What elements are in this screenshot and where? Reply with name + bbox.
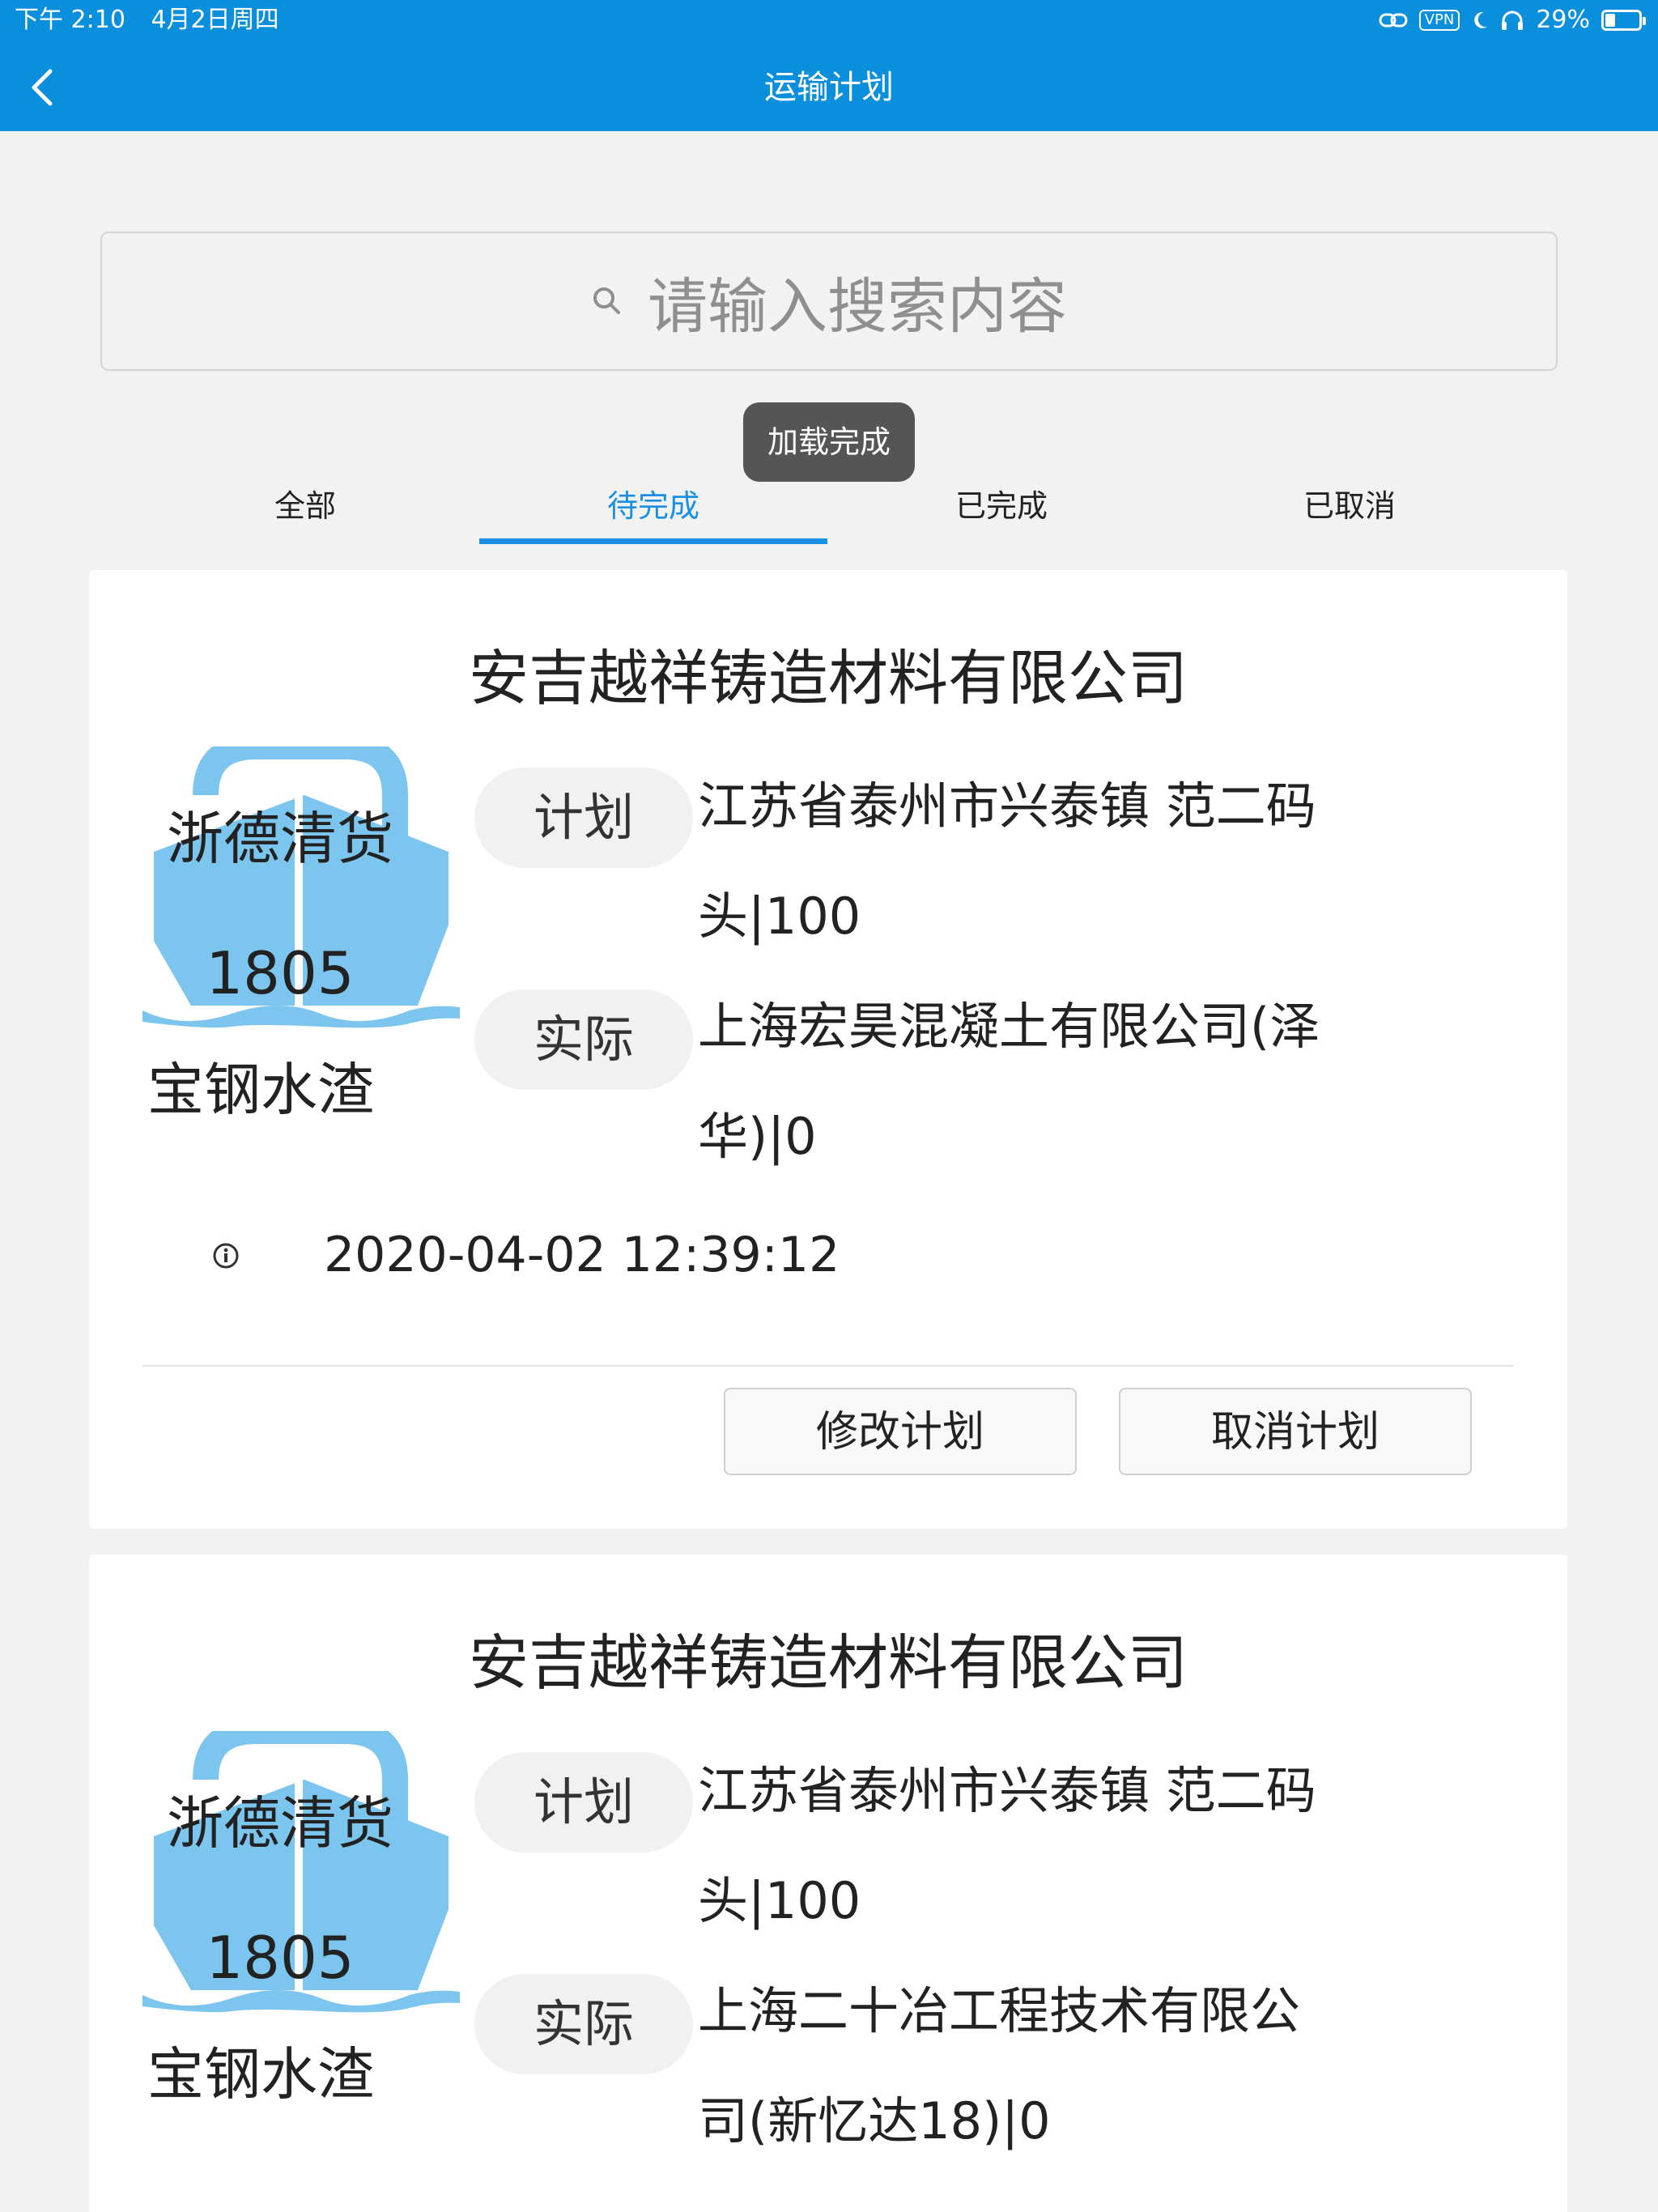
actual-route: 上海二十冶工程技术有限公 司(新忆达18)|0	[698, 1956, 1362, 2176]
plan-tag: 计划	[474, 1752, 693, 1853]
ship-name: 浙德清货	[167, 1790, 393, 1857]
status-time: 下午 2:10	[15, 6, 125, 34]
plan-card: 安吉越祥铸造材料有限公司 浙德清货 1805 宝钢水渣 计划 江苏省泰州市兴泰镇…	[89, 1555, 1567, 2212]
actual-route: 上海宏昊混凝土有限公司(泽 华)|0	[698, 972, 1362, 1192]
cargo-type: 宝钢水渣	[147, 1057, 374, 1123]
battery-icon	[1601, 10, 1646, 31]
plan-route-line: 江苏省泰州市兴泰镇 范二码	[698, 1761, 1316, 1820]
search-input[interactable]: 请输入搜索内容	[100, 232, 1558, 371]
actual-route-line: 上海二十冶工程技术有限公	[698, 1981, 1301, 2040]
vpn-badge: VPN	[1418, 10, 1460, 31]
divider	[142, 1365, 1514, 1367]
page-title: 运输计划	[764, 69, 894, 106]
ship-number: 1805	[206, 939, 355, 1007]
tab-cancelled[interactable]: 已取消	[1175, 478, 1524, 544]
top-bar: 下午 2:10 4月2日周四 VPN 29% 运输计划	[0, 0, 1658, 131]
plan-route-line: 头|100	[698, 887, 861, 946]
plan-tag: 计划	[474, 768, 693, 868]
status-tabs: 全部 待完成 已完成 已取消	[0, 478, 1658, 544]
status-date: 4月2日周四	[151, 6, 279, 34]
info-icon	[213, 1243, 239, 1269]
battery-percent: 29%	[1536, 6, 1590, 34]
actual-route-line: 上海宏昊混凝土有限公司(泽	[698, 997, 1320, 1056]
company-name: 安吉越祥铸造材料有限公司	[469, 644, 1188, 713]
edit-plan-button[interactable]: 修改计划	[724, 1388, 1077, 1475]
plan-route: 江苏省泰州市兴泰镇 范二码 头|100	[698, 1736, 1362, 1956]
headphones-icon	[1502, 11, 1524, 30]
plan-route-line: 江苏省泰州市兴泰镇 范二码	[698, 776, 1316, 836]
status-bar: 下午 2:10 4月2日周四 VPN 29%	[0, 0, 1658, 40]
cancel-plan-button[interactable]: 取消计划	[1119, 1388, 1472, 1475]
timestamp: 2020-04-02 12:39:12	[324, 1227, 840, 1283]
actual-tag: 实际	[474, 989, 693, 1090]
plan-card: 安吉越祥铸造材料有限公司 浙德清货 1805 宝钢水渣 计划 江苏省泰州市兴泰镇…	[89, 570, 1567, 1529]
ship-name: 浙德清货	[167, 806, 393, 872]
cargo-type: 宝钢水渣	[147, 2041, 374, 2108]
actual-route-line: 华)|0	[698, 1107, 817, 1166]
search-placeholder: 请输入搜索内容	[648, 271, 1067, 342]
search-icon	[593, 287, 620, 314]
tab-completed[interactable]: 已完成	[827, 478, 1175, 544]
tab-all[interactable]: 全部	[131, 478, 479, 544]
actual-route-line: 司(新忆达18)|0	[698, 2091, 1051, 2150]
company-name: 安吉越祥铸造材料有限公司	[469, 1628, 1188, 1698]
actual-tag: 实际	[474, 1974, 693, 2074]
loading-toast: 加载完成	[743, 402, 915, 482]
link-icon	[1379, 13, 1408, 28]
ship-number: 1805	[206, 1924, 355, 1992]
plan-route-line: 头|100	[698, 1871, 861, 1930]
tab-pending[interactable]: 待完成	[479, 478, 827, 544]
moon-icon	[1474, 11, 1488, 28]
plan-route: 江苏省泰州市兴泰镇 范二码 头|100	[698, 751, 1362, 972]
